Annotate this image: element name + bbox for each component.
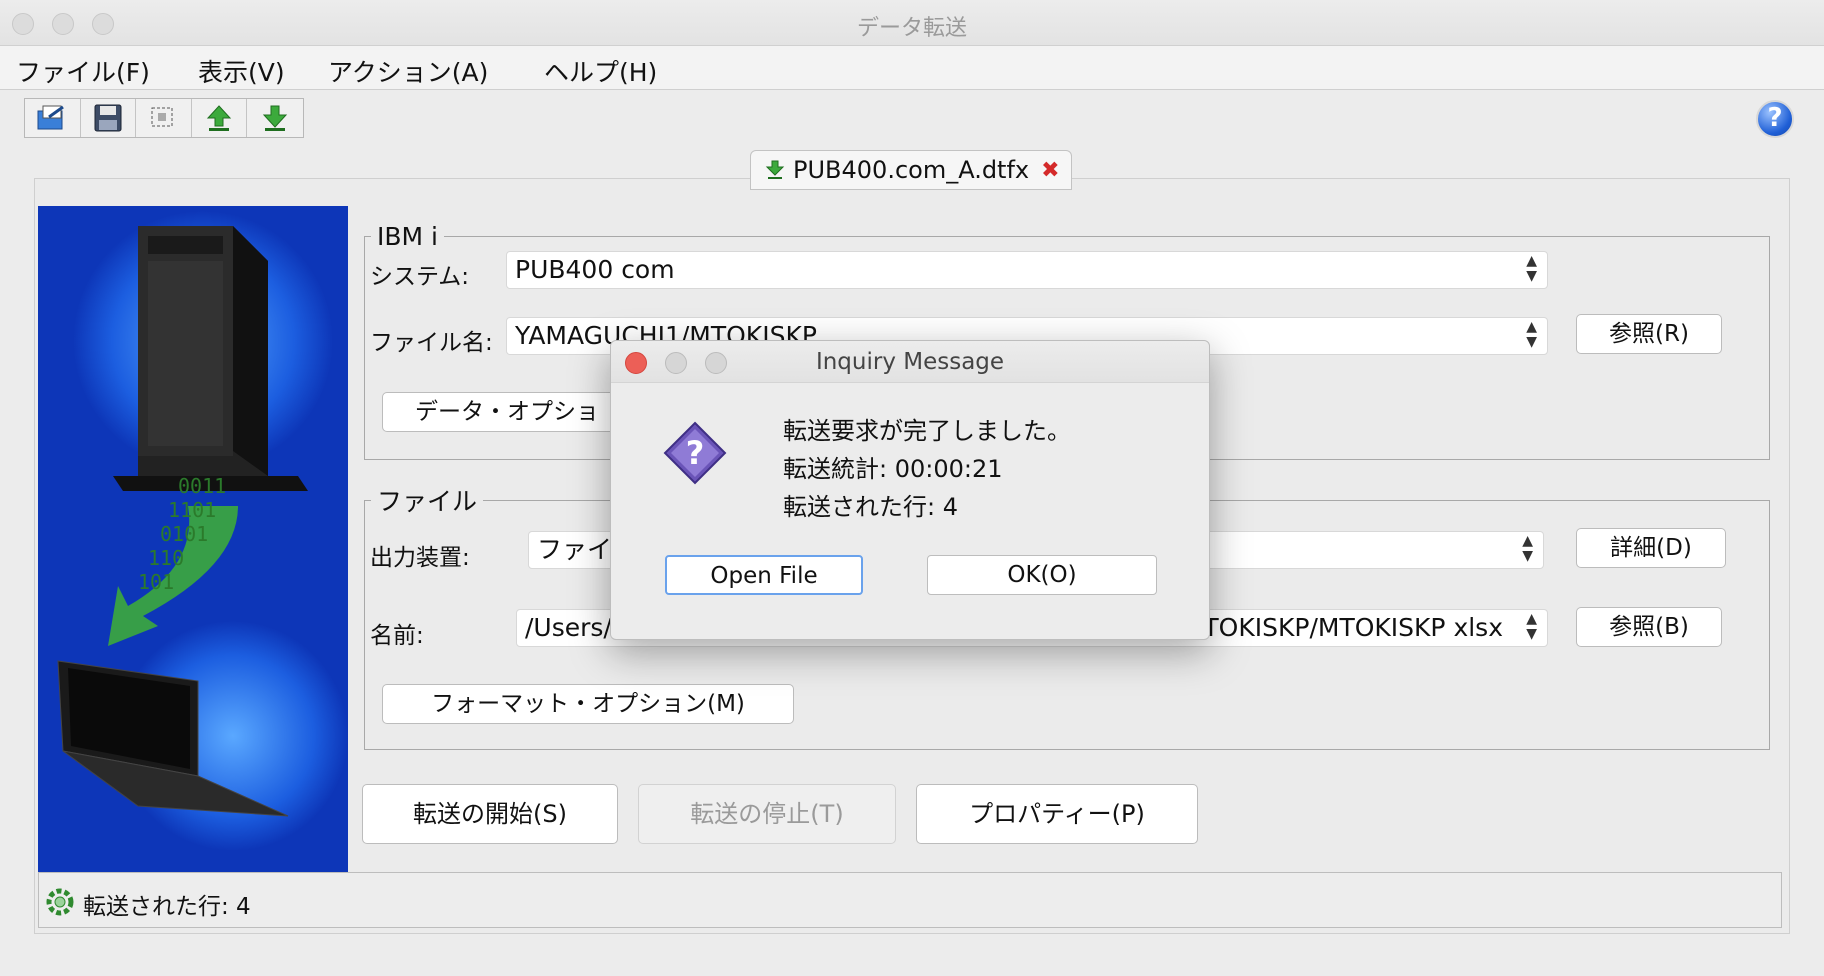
question-icon: ? [663,421,727,489]
file-name-label: ファイル名: [370,330,493,356]
dialog-message-line1: 転送要求が完了しました。 [783,417,1071,445]
data-options-button[interactable]: データ・オプショ [382,392,622,432]
chevron-updown-icon: ▲ ▼ [1526,611,1537,642]
window-title: データ転送 [856,16,967,41]
dialog-title-bar: Inquiry Message [611,341,1209,383]
menu-help[interactable]: ヘルプ(H) [544,53,657,89]
inquiry-dialog: Inquiry Message ? 転送要求が完了しました。 転送統計: 00:… [610,340,1210,640]
system-value: PUB400 com [515,255,675,284]
dialog-title: Inquiry Message [815,349,1005,375]
ok-button[interactable]: OK(O) [927,555,1157,595]
menu-action[interactable]: アクション(A) [328,53,488,89]
tab-label: PUB400.com_A.dtfx [793,156,1030,184]
format-options-button[interactable]: フォーマット・オプション(M) [382,684,794,724]
download-icon [765,159,785,181]
chevron-updown-icon: ▲ ▼ [1526,319,1537,350]
file-legend: ファイル [377,487,478,516]
ibmi-legend: IBM i [377,222,438,251]
output-device-value: ファイ [537,535,613,564]
upload-icon[interactable] [192,99,248,137]
status-text: 転送された行: 4 [83,894,251,920]
help-icon[interactable]: ? [1756,100,1794,138]
details-button[interactable]: 詳細(D) [1576,528,1726,568]
save-icon[interactable] [81,99,137,137]
download-icon[interactable] [247,99,303,137]
system-combo[interactable]: PUB400 com ▲ ▼ [506,251,1548,289]
output-device-label: 出力装置: [370,545,470,571]
transfer-illustration: 0011 1101 0101 110 101 [38,206,348,872]
menu-bar: ファイル(F) 表示(V) アクション(A) ヘルプ(H) [0,46,1824,90]
window-title-bar: データ転送 [0,0,1824,46]
start-transfer-button[interactable]: 転送の開始(S) [362,784,618,844]
system-label: システム: [370,264,470,290]
dialog-message-line3: 転送された行: 4 [783,493,958,521]
menu-file[interactable]: ファイル(F) [16,53,150,89]
name-value-right: TOKISKP/MTOKISKP xlsx [1203,613,1503,642]
browse-b-button[interactable]: 参照(B) [1576,607,1722,647]
name-value-left: /Users/ [525,613,612,642]
svg-text:?: ? [686,434,705,472]
status-gear-icon [45,887,75,921]
binary-digits: 0011 1101 0101 110 101 [138,474,227,594]
menu-view[interactable]: 表示(V) [198,53,285,89]
name-label: 名前: [370,623,424,649]
open-file-button[interactable]: Open File [665,555,863,595]
open-file-icon[interactable] [25,99,81,137]
select-icon[interactable] [136,99,192,137]
properties-button[interactable]: プロパティー(P) [916,784,1198,844]
stop-transfer-button[interactable]: 転送の停止(T) [638,784,896,844]
dialog-message-line2: 転送統計: 00:00:21 [783,455,1003,483]
status-bar: 転送された行: 4 [38,872,1782,928]
tab-close-icon[interactable]: ✖ [1041,158,1059,183]
chevron-updown-icon: ▲ ▼ [1526,253,1537,284]
chevron-updown-icon: ▲ ▼ [1522,533,1533,564]
tab-transfer-file[interactable]: PUB400.com_A.dtfx ✖ [750,150,1072,190]
browse-r-button[interactable]: 参照(R) [1576,314,1722,354]
toolbar [24,98,304,138]
